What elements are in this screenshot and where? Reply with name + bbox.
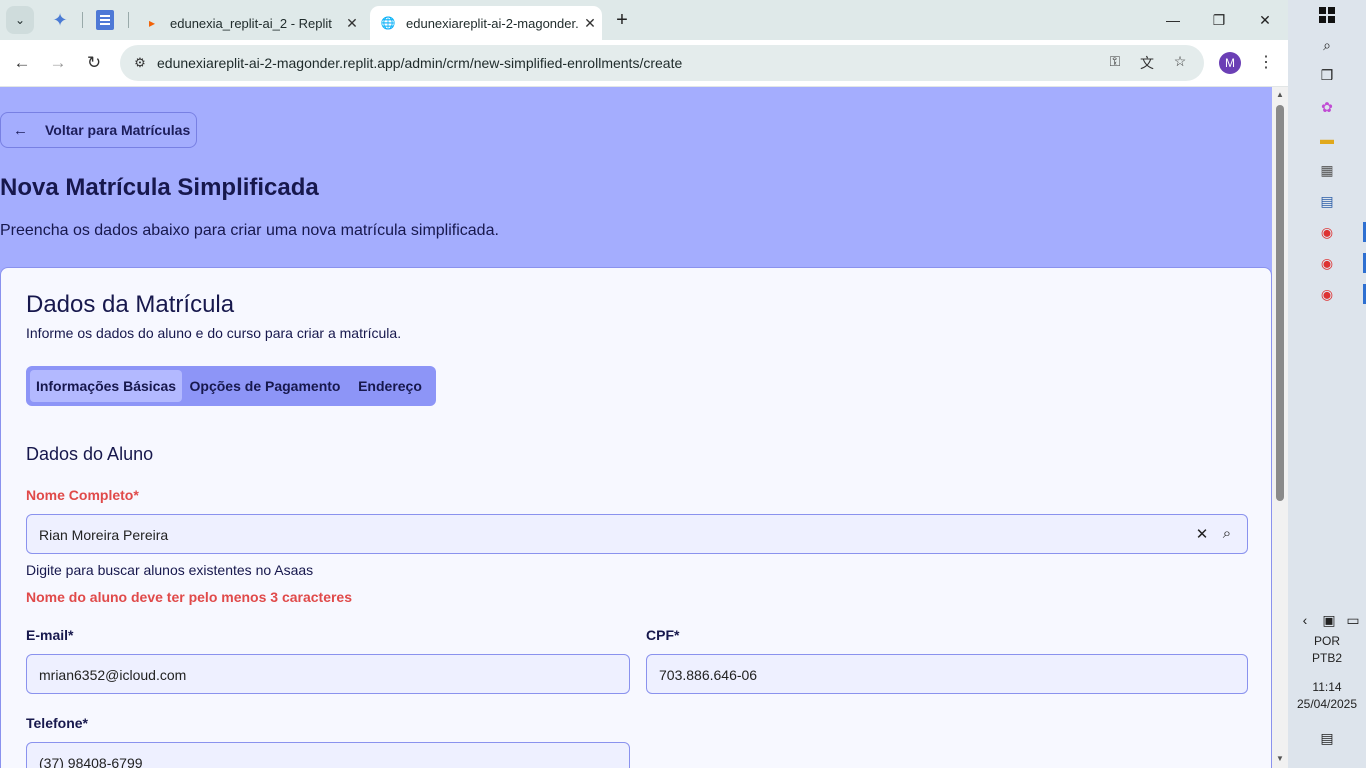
news-icon[interactable]: ▤ [1318, 192, 1336, 210]
tab-basic-info[interactable]: Informações Básicas [30, 370, 182, 402]
phone-field[interactable]: (37) 98408-6799 [26, 742, 630, 768]
docs-icon[interactable] [96, 10, 114, 30]
scrollbar-thumb[interactable] [1276, 105, 1284, 501]
reload-icon[interactable]: ↻ [79, 48, 109, 78]
browser-tab-strip: ⌄ ✦ ▸ edunexia_replit-ai_2 - Replit ✕ 🌐 … [0, 0, 1288, 40]
keyboard-layout-label[interactable]: PTB2 [1288, 651, 1366, 665]
network-icon[interactable]: ▭ [1344, 611, 1362, 629]
clock-time[interactable]: 11:14 [1288, 680, 1366, 694]
form-tabs: Informações Básicas Opções de Pagamento … [26, 366, 436, 406]
minimize-button[interactable]: — [1150, 0, 1196, 40]
back-button-label: Voltar para Matrículas [45, 122, 191, 138]
bookmark-star-icon[interactable]: ☆ [1169, 53, 1191, 73]
scroll-up-icon[interactable]: ▲ [1275, 90, 1285, 99]
profile-avatar[interactable]: M [1219, 52, 1241, 74]
cpf-field[interactable]: 703.886.646-06 [646, 654, 1248, 694]
browser-menu-icon[interactable]: ⋮ [1256, 52, 1276, 74]
card-subtitle: Informe os dados do aluno e do curso par… [26, 325, 402, 341]
name-error: Nome do aluno deve ter pelo menos 3 cara… [26, 589, 353, 605]
phone-value: (37) 98408-6799 [39, 755, 143, 768]
arrow-left-icon: ← [13, 121, 28, 139]
cpf-label: CPF* [646, 627, 680, 643]
email-label: E-mail* [26, 627, 74, 643]
windows-taskbar: ⌕ ❒ ✿ ▬ ▦ ▤ ◉ ◉ ◉ ‹ ▣ ▭ POR PTB2 11:14 2… [1288, 0, 1366, 768]
chrome-icon[interactable]: ◉ [1318, 254, 1336, 272]
notifications-icon[interactable]: ▤ [1318, 729, 1336, 747]
restore-button[interactable]: ❐ [1196, 0, 1242, 40]
tab-search-button[interactable]: ⌄ [6, 6, 34, 34]
meet-now-icon[interactable]: ▣ [1320, 611, 1338, 629]
tab-separator [82, 12, 83, 28]
enrollment-card: Dados da Matrícula Informe os dados do a… [0, 267, 1272, 768]
browser-tab-replit[interactable]: ▸ edunexia_replit-ai_2 - Replit ✕ [134, 6, 364, 40]
email-field[interactable]: mrian6352@icloud.com [26, 654, 630, 694]
tab-title: edunexiareplit-ai-2-magonder.r [406, 15, 578, 31]
cpf-value: 703.886.646-06 [659, 667, 758, 683]
tab-payment-options[interactable]: Opções de Pagamento [188, 370, 342, 402]
gemini-icon[interactable]: ✦ [48, 8, 72, 32]
page-subtitle: Preencha os dados abaixo para criar uma … [0, 222, 499, 239]
chrome-icon[interactable]: ◉ [1318, 223, 1336, 241]
browser-tab-app[interactable]: 🌐 edunexiareplit-ai-2-magonder.r ✕ [370, 6, 602, 40]
new-tab-button[interactable]: + [610, 8, 634, 32]
back-to-enrollments-button[interactable]: ← Voltar para Matrículas [0, 112, 197, 148]
tab-separator [128, 12, 129, 28]
tab-address[interactable]: Endereço [350, 370, 430, 402]
globe-icon: 🌐 [380, 16, 396, 30]
forward-icon[interactable]: → [43, 48, 73, 78]
site-info-icon[interactable]: ⚙ [130, 53, 150, 73]
student-name-field[interactable]: Rian Moreira Pereira ✕ ⌕ [26, 514, 1248, 554]
student-name-value: Rian Moreira Pereira [39, 527, 169, 543]
email-value: mrian6352@icloud.com [39, 667, 187, 683]
page-content: ← Voltar para Matrículas Nova Matrícula … [0, 87, 1272, 768]
calculator-icon[interactable]: ▦ [1318, 161, 1336, 179]
windows-start-icon[interactable] [1318, 6, 1336, 24]
replit-icon: ▸ [148, 16, 156, 30]
page-title: Nova Matrícula Simplificada [0, 174, 319, 201]
name-hint: Digite para buscar alunos existentes no … [26, 562, 314, 578]
name-label: Nome Completo* [26, 487, 139, 503]
phone-label: Telefone* [26, 715, 88, 731]
task-view-icon[interactable]: ❒ [1318, 66, 1336, 84]
search-icon[interactable]: ⌕ [1218, 525, 1236, 543]
back-icon[interactable]: ← [7, 48, 37, 78]
close-tab-icon[interactable]: ✕ [578, 15, 602, 32]
file-explorer-icon[interactable]: ▬ [1318, 130, 1336, 148]
address-bar[interactable]: ⚙ edunexiareplit-ai-2-magonder.replit.ap… [120, 45, 1204, 81]
copilot-icon[interactable]: ✿ [1318, 98, 1336, 116]
clear-icon[interactable]: ✕ [1193, 525, 1211, 543]
search-icon[interactable]: ⌕ [1318, 36, 1336, 54]
section-title: Dados do Aluno [26, 444, 154, 464]
clock-date[interactable]: 25/04/2025 [1288, 697, 1366, 711]
password-key-icon[interactable]: ⚿ [1104, 53, 1126, 73]
page-scrollbar[interactable]: ▲ ▼ [1272, 87, 1288, 768]
close-tab-icon[interactable]: ✕ [340, 15, 364, 32]
browser-toolbar: ← → ↻ ⚙ edunexiareplit-ai-2-magonder.rep… [0, 40, 1288, 87]
close-window-button[interactable]: ✕ [1242, 0, 1288, 40]
language-label[interactable]: POR [1288, 634, 1366, 648]
chevron-left-icon[interactable]: ‹ [1296, 611, 1314, 629]
scroll-down-icon[interactable]: ▼ [1275, 754, 1285, 763]
chrome-icon[interactable]: ◉ [1318, 285, 1336, 303]
tab-title: edunexia_replit-ai_2 - Replit [170, 15, 332, 31]
url-text[interactable]: edunexiareplit-ai-2-magonder.replit.app/… [157, 55, 682, 71]
translate-icon[interactable]: 文 [1136, 53, 1158, 73]
card-title: Dados da Matrícula [26, 291, 235, 318]
